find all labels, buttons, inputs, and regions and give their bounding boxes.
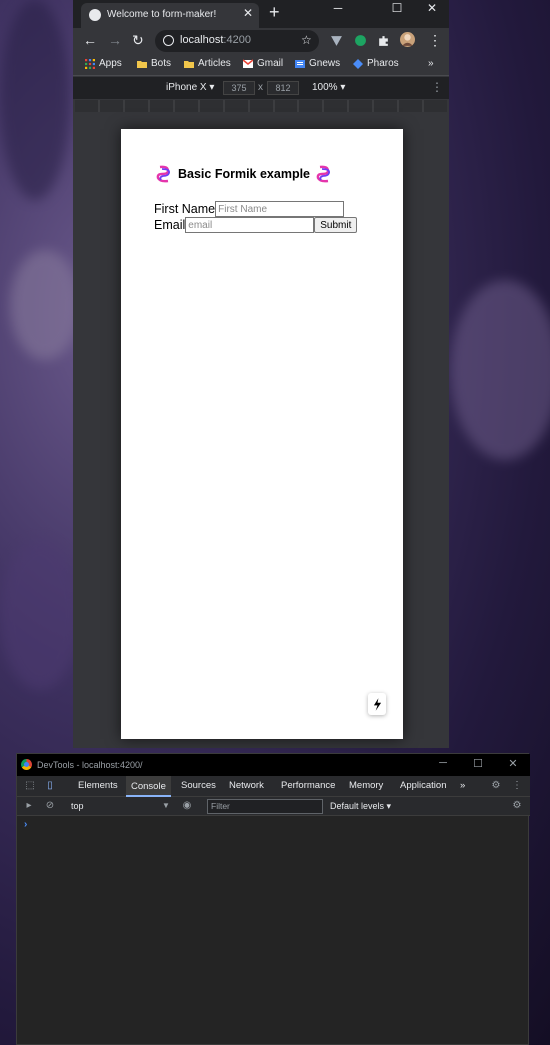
gmail-icon — [243, 58, 253, 68]
first-name-row: First Name — [154, 201, 345, 217]
sidebar-toggle-icon[interactable]: ▸ — [23, 800, 35, 812]
device-toolbar: iPhone X ▾ 375 x 812 100% ▾ ⋮ — [73, 77, 449, 99]
tab-elements[interactable]: Elements — [78, 780, 118, 791]
back-button[interactable]: ← — [83, 32, 97, 48]
media-query-ruler[interactable] — [75, 100, 448, 112]
bookmarks-overflow-button[interactable]: » — [428, 58, 434, 69]
devtools-tabbar: ⬚ ▯ Elements Console Sources Network Per… — [17, 776, 530, 797]
tab-console[interactable]: Console — [126, 776, 171, 797]
browser-toolbar: ← → ↻ localhost:4200 ☆ ⋮ — [73, 28, 449, 54]
app-header: Basic Formik example — [154, 164, 334, 184]
vuetify-extension-icon[interactable] — [330, 34, 343, 47]
device-select[interactable]: iPhone X ▾ — [166, 82, 214, 93]
url-text: localhost:4200 — [180, 34, 251, 46]
bookmark-bots[interactable]: Bots — [137, 58, 171, 69]
devtools-maximize-button[interactable]: ☐ — [466, 757, 490, 770]
bookmark-star-icon[interactable]: ☆ — [301, 33, 312, 47]
lightning-icon — [373, 697, 381, 711]
devtools-menu-icon[interactable]: ⋮ — [511, 780, 523, 792]
globe-icon — [89, 9, 101, 21]
tab-performance[interactable]: Performance — [281, 780, 335, 791]
console-prompt[interactable]: › — [24, 819, 27, 830]
devtools-window: DevTools - localhost:4200/ ─ ☐ ✕ ⬚ ▯ Ele… — [16, 753, 530, 1045]
bookmark-articles[interactable]: Articles — [184, 58, 231, 69]
devtools-close-button[interactable]: ✕ — [501, 757, 525, 770]
gnews-icon — [295, 59, 305, 68]
settings-gear-icon[interactable]: ⚙ — [490, 780, 502, 792]
apps-grid-icon — [85, 58, 95, 69]
browser-window: Welcome to form-maker! ✕ + ─ ☐ ✕ ← → ↻ l… — [73, 0, 449, 748]
inspect-element-icon[interactable]: ⬚ — [24, 780, 36, 792]
close-tab-icon[interactable]: ✕ — [243, 6, 253, 20]
reload-button[interactable]: ↻ — [132, 32, 144, 49]
device-toggle-icon[interactable]: ▯ — [44, 780, 56, 792]
context-select[interactable]: top — [71, 801, 84, 811]
device-more-icon[interactable]: ⋮ — [431, 80, 443, 94]
green-extension-icon[interactable] — [354, 34, 367, 47]
email-input[interactable] — [185, 217, 315, 233]
lightning-button[interactable] — [368, 693, 386, 715]
avatar[interactable] — [400, 32, 415, 47]
devtools-window-title: DevTools - localhost:4200/ — [37, 760, 143, 770]
tab-memory[interactable]: Memory — [349, 780, 383, 791]
first-name-input[interactable] — [215, 201, 345, 217]
first-name-label: First Name — [154, 202, 216, 216]
tab-application[interactable]: Application — [400, 780, 446, 791]
zoom-select[interactable]: 100% ▾ — [312, 82, 345, 93]
forward-button[interactable]: → — [108, 32, 122, 48]
dimension-separator: x — [258, 82, 263, 93]
devtools-minimize-button[interactable]: ─ — [431, 757, 455, 769]
device-emulation-area: Basic Formik example First Name Email Su… — [73, 113, 449, 748]
tab-title: Welcome to form-maker! — [107, 9, 217, 20]
info-icon[interactable] — [163, 35, 174, 46]
console-toolbar: ▸ ⊘ top ▼ ◉ Filter Default levels ▾ ⚙ — [17, 797, 530, 816]
bookmark-apps[interactable]: Apps — [85, 58, 122, 69]
more-tabs-button[interactable]: » — [460, 780, 465, 791]
minimize-button[interactable]: ─ — [323, 1, 353, 15]
address-bar[interactable]: localhost:4200 ☆ — [155, 30, 319, 52]
new-tab-button[interactable]: + — [269, 2, 280, 23]
device-height-input[interactable]: 812 — [267, 81, 299, 95]
log-levels-select[interactable]: Default levels ▾ — [330, 801, 391, 812]
wallpaper-shape — [0, 540, 80, 690]
wallpaper-shape — [0, 0, 70, 200]
puzzle-icon[interactable] — [377, 34, 390, 47]
clear-console-icon[interactable]: ⊘ — [44, 800, 56, 812]
device-width-input[interactable]: 375 — [223, 81, 255, 95]
submit-button[interactable]: Submit — [314, 217, 358, 233]
wallpaper-shape — [10, 250, 80, 360]
devtools-titlebar: DevTools - localhost:4200/ ─ ☐ ✕ — [17, 754, 530, 776]
console-settings-gear-icon[interactable]: ⚙ — [511, 800, 523, 812]
close-window-button[interactable]: ✕ — [417, 1, 447, 15]
browser-menu-icon[interactable]: ⋮ — [428, 32, 442, 49]
email-row: Email Submit — [154, 217, 358, 233]
bookmark-pharos[interactable]: Pharos — [353, 58, 399, 69]
console-filter-input[interactable]: Filter — [207, 799, 323, 814]
wallpaper-shape — [450, 280, 550, 460]
folder-icon — [137, 60, 147, 68]
formik-logo-icon — [316, 165, 331, 183]
chrome-icon — [21, 759, 32, 770]
bookmark-gnews[interactable]: Gnews — [295, 58, 340, 69]
tab-network[interactable]: Network — [229, 780, 264, 791]
chevron-down-icon[interactable]: ▼ — [162, 801, 170, 810]
formik-logo-icon — [156, 165, 171, 183]
maximize-button[interactable]: ☐ — [382, 1, 412, 15]
bookmark-gmail[interactable]: Gmail — [243, 58, 283, 69]
browser-tab[interactable]: Welcome to form-maker! ✕ — [81, 3, 259, 28]
pharos-icon — [353, 58, 363, 69]
bookmarks-bar: Apps Bots Articles Gmail Gnews Pharos » — [73, 54, 449, 76]
page-title: Basic Formik example — [178, 167, 311, 181]
page-viewport: Basic Formik example First Name Email Su… — [121, 129, 403, 739]
tab-sources[interactable]: Sources — [181, 780, 216, 791]
browser-titlebar: Welcome to form-maker! ✕ + ─ ☐ ✕ — [73, 0, 449, 28]
eye-icon[interactable]: ◉ — [181, 800, 193, 812]
folder-icon — [184, 60, 194, 68]
email-label: Email — [154, 218, 186, 232]
